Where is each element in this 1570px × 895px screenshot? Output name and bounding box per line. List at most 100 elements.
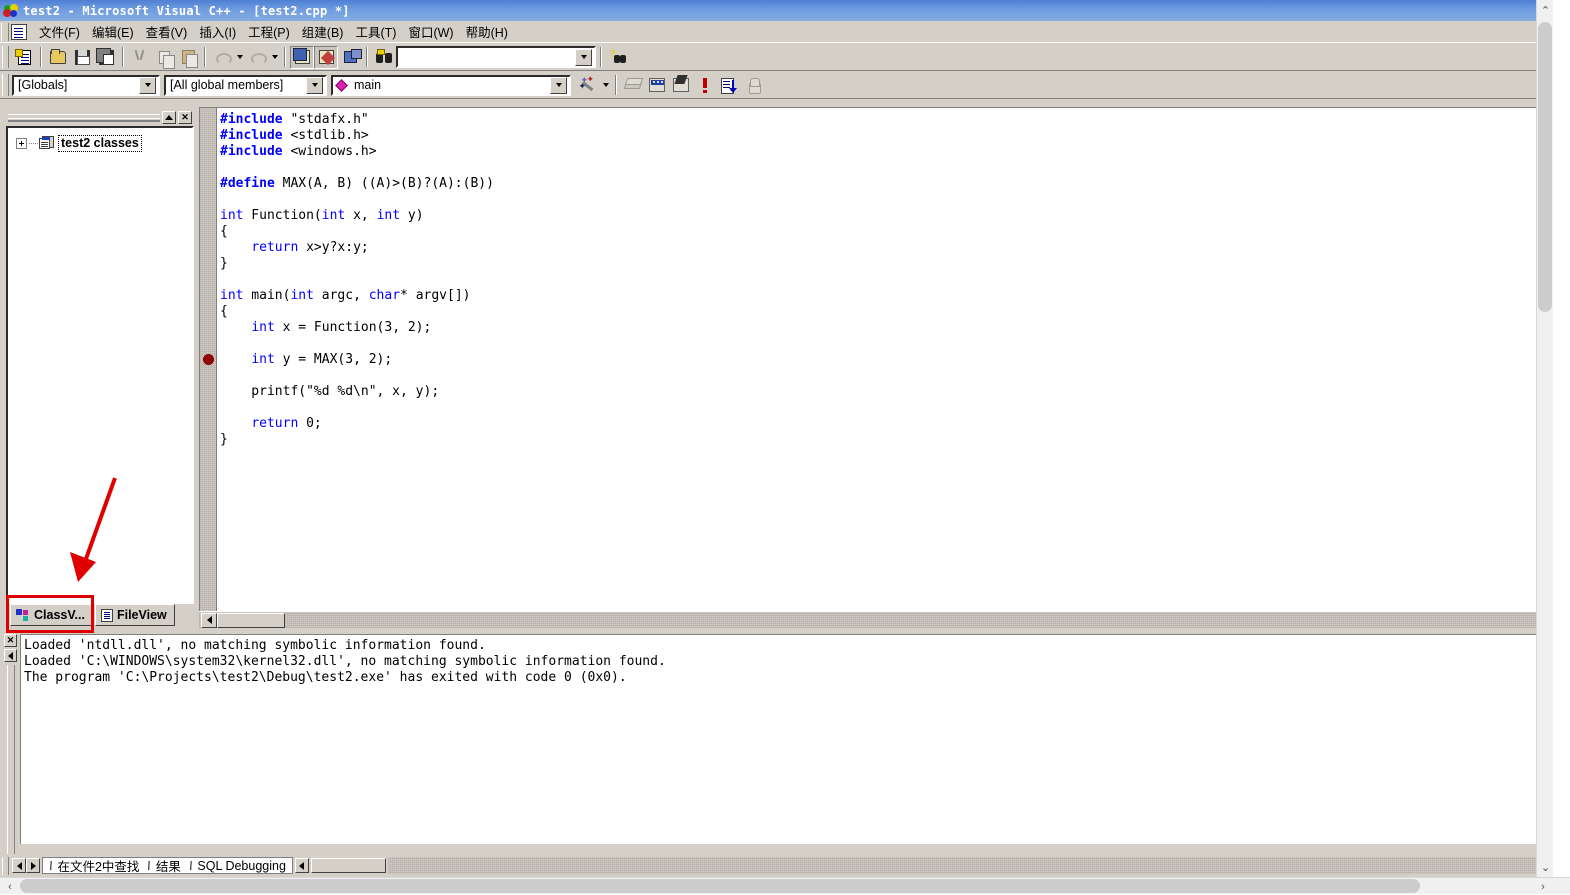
tab-divider: \: [145, 859, 153, 873]
find-in-files-button[interactable]: [372, 46, 396, 69]
chevron-right-icon: [31, 862, 36, 870]
page-horizontal-scrollbar[interactable]: ‹ ›: [0, 877, 1570, 894]
save-icon: [75, 50, 90, 65]
code-line: int x = Function(3, 2);: [220, 320, 494, 336]
menu-edit[interactable]: 编辑(E): [86, 20, 140, 43]
toolbar-separator: [40, 47, 42, 67]
tabstrip-after-nav-button[interactable]: [295, 858, 309, 873]
go-button[interactable]: [717, 74, 741, 97]
output-tab-strip: \ 在文件2中查找 \ 结果 \ SQL Debugging: [0, 854, 1553, 877]
window-list-button[interactable]: [338, 46, 362, 69]
tab-find-in-files-2[interactable]: \ 在文件2中查找: [45, 856, 143, 875]
chevron-up-icon[interactable]: ⌃: [1537, 0, 1553, 20]
tab-classview[interactable]: ClassV...: [10, 604, 93, 626]
plus-expander-icon[interactable]: [16, 138, 27, 149]
standard-toolbar-grip[interactable]: [2, 46, 9, 68]
horizontal-scroll-thumb[interactable]: [217, 613, 285, 628]
code-line: {: [220, 304, 494, 320]
output-text-area[interactable]: Loaded 'ntdll.dll', no matching symbolic…: [20, 634, 1551, 844]
members-combo-dropdown[interactable]: [306, 77, 323, 94]
redo-dropdown-arrow[interactable]: [269, 46, 280, 69]
editor-gutter[interactable]: [200, 108, 217, 611]
function-combo-dropdown[interactable]: [550, 77, 567, 94]
chevron-down-icon: [603, 83, 609, 87]
tabstrip-prev-button[interactable]: [12, 858, 26, 873]
code-editor[interactable]: #include "stdafx.h"#include <stdlib.h>#i…: [199, 107, 1547, 611]
build-button[interactable]: [645, 74, 669, 97]
menu-insert[interactable]: 插入(I): [193, 20, 242, 43]
new-document-button[interactable]: [12, 46, 36, 69]
menu-view[interactable]: 查看(V): [140, 20, 194, 43]
tab-sql-debugging[interactable]: \ SQL Debugging: [185, 859, 290, 873]
page-vertical-scrollbar[interactable]: ⌃ ⌄: [1536, 0, 1553, 877]
find-combo-dropdown[interactable]: [575, 49, 592, 66]
copy-button[interactable]: [152, 46, 176, 69]
tabstrip-grip[interactable]: [2, 857, 9, 875]
tabstrip-next-button[interactable]: [26, 858, 40, 873]
find-combo[interactable]: [396, 46, 596, 68]
window-list-icon: [344, 51, 357, 63]
output-line: Loaded 'ntdll.dll', no matching symbolic…: [24, 638, 1551, 654]
cut-icon: [133, 50, 147, 65]
menu-help[interactable]: 帮助(H): [460, 20, 514, 43]
editor-horizontal-scrollbar[interactable]: [199, 611, 1547, 628]
menu-window[interactable]: 窗口(W): [402, 20, 459, 43]
breakpoint-marker[interactable]: [203, 354, 214, 365]
stop-build-button[interactable]: [693, 74, 717, 97]
chevron-down-icon: [581, 55, 587, 59]
insert-breakpoint-button[interactable]: [741, 74, 765, 97]
dock-pin-icon[interactable]: [162, 111, 176, 124]
compile-button[interactable]: [621, 74, 645, 97]
cut-button[interactable]: [128, 46, 152, 69]
function-combo[interactable]: main: [331, 75, 571, 96]
menu-tools[interactable]: 工具(T): [349, 20, 402, 43]
code-line: [220, 336, 494, 352]
close-icon[interactable]: ✕: [4, 634, 17, 647]
tab-fileview-label: FileView: [117, 608, 167, 622]
undo-dropdown-arrow[interactable]: [234, 46, 245, 69]
menu-project[interactable]: 工程(P): [242, 20, 296, 43]
workspace-drag-grip[interactable]: [8, 114, 160, 121]
chevron-right-icon[interactable]: ›: [1533, 878, 1553, 895]
output-window-button[interactable]: [314, 46, 338, 69]
members-combo[interactable]: [All global members]: [164, 75, 327, 96]
code-text[interactable]: #include "stdafx.h"#include <stdlib.h>#i…: [220, 112, 494, 448]
open-button[interactable]: [46, 46, 70, 69]
redo-button[interactable]: [245, 46, 269, 69]
scroll-left-icon[interactable]: [4, 649, 17, 662]
workspace-pane: ✕ test2 classes ClassV... FileView: [6, 110, 194, 630]
menubar-grip[interactable]: [1, 23, 9, 41]
code-line: #define MAX(A, B) ((A)>(B)?(A):(B)): [220, 176, 494, 192]
chevron-down-icon[interactable]: ⌄: [1537, 857, 1553, 877]
scope-combo-dropdown[interactable]: [139, 77, 156, 94]
scope-combo[interactable]: [Globals]: [12, 75, 160, 96]
members-combo-value: [All global members]: [166, 78, 306, 92]
chevron-left-icon[interactable]: ‹: [0, 878, 20, 895]
code-line: #include "stdafx.h": [220, 112, 494, 128]
tab-results[interactable]: \ 结果: [143, 856, 185, 875]
undo-button[interactable]: [210, 46, 234, 69]
wizardbar-grip[interactable]: [2, 74, 9, 96]
page-horizontal-scroll-thumb[interactable]: [20, 879, 1420, 893]
wizard-actions-dropdown[interactable]: [600, 74, 611, 97]
close-icon[interactable]: ✕: [178, 111, 192, 124]
page-vertical-scroll-thumb[interactable]: [1538, 22, 1552, 312]
save-all-button[interactable]: [94, 46, 118, 69]
tab-results-label: 结果: [156, 856, 181, 875]
save-button[interactable]: [70, 46, 94, 69]
menu-file[interactable]: 文件(F): [33, 20, 86, 43]
tree-item-test2-classes[interactable]: test2 classes: [16, 134, 142, 152]
workspace-window-button[interactable]: [290, 46, 314, 69]
build-icon: [649, 78, 665, 92]
wizard-actions-button[interactable]: ✦✦✦: [576, 74, 600, 97]
output-pane: ✕ Loaded 'ntdll.dll', no matching symbol…: [0, 632, 1553, 854]
class-view-tree[interactable]: test2 classes: [6, 126, 194, 604]
code-line: int y = MAX(3, 2);: [220, 352, 494, 368]
build-execute-button[interactable]: [669, 74, 693, 97]
scroll-left-button[interactable]: [201, 613, 217, 628]
tab-fileview[interactable]: FileView: [95, 604, 175, 626]
menu-build[interactable]: 组建(B): [296, 20, 350, 43]
search-help-button[interactable]: ?: [606, 46, 630, 69]
paste-button[interactable]: [176, 46, 200, 69]
find-input[interactable]: [398, 49, 575, 65]
